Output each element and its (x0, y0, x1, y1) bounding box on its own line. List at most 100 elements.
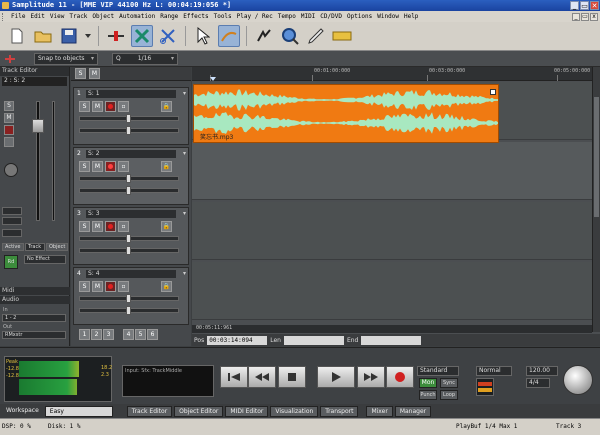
track-name[interactable]: S: 4 (86, 270, 176, 278)
track-editor-read-button[interactable]: Rd (4, 255, 18, 269)
track-editor-lock-button[interactable] (4, 137, 14, 147)
scrollbar-thumb[interactable] (594, 97, 599, 217)
menu-object[interactable]: Object (92, 13, 114, 20)
volume-slider[interactable] (79, 234, 179, 243)
minimize-button[interactable]: _ (570, 1, 579, 10)
monitor-button[interactable]: ▫ (118, 161, 129, 172)
grid-dropdown[interactable]: Q 1/16 ▾ (112, 52, 178, 65)
menu-view[interactable]: View (50, 13, 64, 20)
chevron-down-icon[interactable]: ▾ (183, 150, 186, 157)
volume-slider[interactable] (79, 294, 179, 303)
track-editor-tab-active[interactable]: Active (2, 243, 24, 251)
track-editor-field[interactable] (2, 207, 22, 215)
punch-toggle[interactable]: Punch (419, 390, 437, 400)
pan-slider[interactable] (79, 306, 179, 315)
track-header-3[interactable]: 3 S: 3 ▾ S M ▫ 🔒 (73, 207, 189, 265)
snap-mode-icon[interactable] (4, 54, 16, 64)
menu-edit[interactable]: Edit (30, 13, 44, 20)
new-project-button[interactable] (6, 25, 28, 47)
curve-tool-button[interactable] (218, 25, 240, 47)
track-editor-field[interactable] (2, 217, 22, 225)
volume-slider[interactable] (79, 174, 179, 183)
solo-button[interactable]: S (79, 221, 90, 232)
tab-object-editor[interactable]: Object Editor (174, 405, 224, 417)
mute-button[interactable]: M (92, 161, 103, 172)
monitor-button[interactable]: ▫ (118, 101, 129, 112)
pan-slider[interactable] (79, 126, 179, 135)
audio-clip[interactable]: 笑忘书.mp3 (193, 84, 499, 143)
skip-back-button[interactable] (220, 366, 248, 388)
track-lane[interactable] (192, 142, 592, 200)
lock-button[interactable]: 🔒 (161, 161, 172, 172)
track-editor-midi-section[interactable]: Midi (0, 287, 70, 295)
menu-tools[interactable]: Tools (214, 13, 232, 20)
chevron-down-icon[interactable]: ▾ (183, 210, 186, 217)
global-solo-button[interactable]: S (75, 68, 86, 79)
menu-file[interactable]: File (11, 13, 25, 20)
solo-button[interactable]: S (79, 281, 90, 292)
menu-cd-dvd[interactable]: CD/DVD (320, 13, 342, 20)
mute-button[interactable]: M (92, 101, 103, 112)
menu-range[interactable]: Range (160, 13, 178, 20)
close-button[interactable]: ✕ (590, 1, 599, 10)
record-arm-button[interactable] (105, 161, 116, 172)
monitor-toggle[interactable]: Mon (419, 378, 437, 388)
slider-knob[interactable] (126, 114, 131, 123)
menu-effects[interactable]: Effects (183, 13, 208, 20)
track-header-4[interactable]: 4 S: 4 ▾ S M ▫ 🔒 (73, 267, 189, 325)
play-button[interactable] (317, 366, 355, 388)
stop-button[interactable] (278, 366, 306, 388)
solo-button[interactable]: S (79, 161, 90, 172)
group-button[interactable]: 5 (135, 329, 146, 340)
record-arm-button[interactable] (105, 281, 116, 292)
clip-volume-handle[interactable] (490, 89, 496, 95)
playback-mode-dropdown[interactable]: Normal (476, 366, 512, 376)
track-editor-solo-button[interactable]: S (4, 101, 14, 111)
track-editor-pan-knob[interactable] (4, 163, 18, 177)
save-project-button[interactable] (58, 25, 80, 47)
menu-midi[interactable]: MIDI (301, 13, 315, 20)
eraser-tool-button[interactable] (331, 25, 353, 47)
group-button[interactable]: 3 (103, 329, 114, 340)
pos-field[interactable]: 00:03:14:094 (207, 335, 268, 345)
mdi-close-button[interactable]: x (590, 12, 598, 21)
solo-button[interactable]: S (79, 101, 90, 112)
bpm-field[interactable]: 120.00 (526, 366, 558, 376)
track-editor-audio-section[interactable]: Audio (0, 296, 70, 304)
slider-knob[interactable] (126, 126, 131, 135)
loop-toggle[interactable]: Loop (440, 390, 458, 400)
track-header-2[interactable]: 2 S: 2 ▾ S M ▫ 🔒 (73, 147, 189, 205)
scissors-button[interactable] (157, 25, 179, 47)
len-field[interactable] (283, 335, 344, 345)
record-arm-button[interactable] (105, 221, 116, 232)
slider-knob[interactable] (126, 294, 131, 303)
track-editor-mute-button[interactable]: M (4, 113, 14, 123)
track-editor-record-button[interactable] (4, 125, 14, 135)
tab-midi-editor[interactable]: MIDI Editor (225, 405, 269, 417)
zoom-tool-button[interactable] (279, 25, 301, 47)
input-field[interactable]: 1 - 2 (2, 314, 66, 322)
time-ruler[interactable]: 00:01:00:000 00:03:00:000 00:05:00:000 (192, 67, 592, 81)
track-editor-fx-field[interactable]: No Effect (24, 255, 66, 264)
position-bar[interactable]: 00:05:11:961 (192, 325, 592, 333)
record-arm-button[interactable] (105, 101, 116, 112)
menu-track[interactable]: Track (69, 13, 87, 20)
slider-knob[interactable] (126, 174, 131, 183)
lock-button[interactable]: 🔒 (161, 281, 172, 292)
fast-forward-button[interactable] (357, 366, 385, 388)
lock-button[interactable]: 🔒 (161, 101, 172, 112)
tab-visualization[interactable]: Visualization (270, 405, 319, 417)
menu-automation[interactable]: Automation (119, 13, 155, 20)
tab-manager[interactable]: Manager (394, 405, 432, 417)
track-name[interactable]: S: 2 (86, 150, 176, 158)
snap-mode-dropdown[interactable]: Snap to objects ▾ (34, 52, 98, 65)
track-header-1[interactable]: 1 S: 1 ▾ S M ▫ 🔒 (73, 87, 189, 145)
draw-tool-button[interactable] (305, 25, 327, 47)
menu-window[interactable]: Window (377, 13, 399, 20)
menu-tempo[interactable]: Tempo (278, 13, 296, 20)
tab-track-editor[interactable]: Track Editor (126, 405, 173, 417)
end-field[interactable] (361, 335, 422, 345)
output-field[interactable]: RMxstr (2, 331, 66, 339)
tab-transport[interactable]: Transport (320, 405, 359, 417)
mdi-minimize-button[interactable]: _ (572, 12, 580, 21)
